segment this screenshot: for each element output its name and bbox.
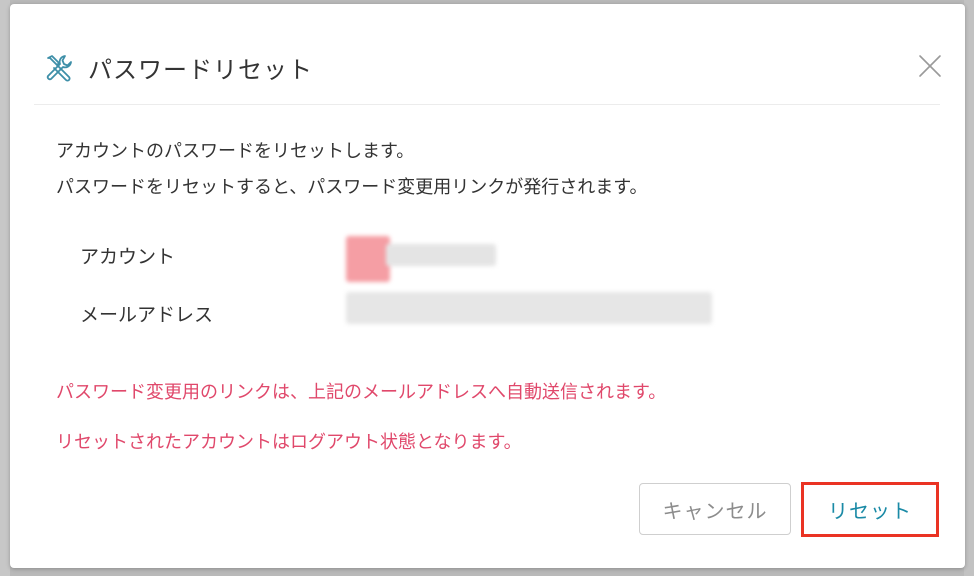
email-label: メールアドレス xyxy=(80,304,214,326)
account-row: アカウント xyxy=(80,236,496,282)
warning-logout-notice: リセットされたアカウントはログアウト状態となります。 xyxy=(56,432,522,453)
reset-button[interactable]: リセット xyxy=(808,486,932,532)
warning-email-notice: パスワード変更用のリンクは、上記のメールアドレスへ自動送信されます。 xyxy=(56,382,667,403)
password-reset-dialog: パスワードリセット アカウントのパスワードをリセットします。 パスワードをリセッ… xyxy=(10,4,965,568)
cancel-button[interactable]: キャンセル xyxy=(639,483,791,535)
dialog-title: パスワードリセット xyxy=(88,56,313,84)
dialog-header: パスワードリセット xyxy=(34,4,941,105)
description-line-2: パスワードをリセットすると、パスワード変更用リンクが発行されます。 xyxy=(56,177,648,198)
background-page-right xyxy=(964,0,974,576)
close-icon[interactable] xyxy=(916,52,944,80)
background-page-left xyxy=(0,0,10,576)
account-label: アカウント xyxy=(80,246,176,268)
dialog-body: アカウントのパスワードをリセットします。 パスワードをリセットすると、パスワード… xyxy=(56,134,936,453)
tools-icon xyxy=(44,53,74,83)
description-line-1: アカウントのパスワードをリセットします。 xyxy=(56,141,415,162)
email-row: メールアドレス xyxy=(80,292,712,327)
